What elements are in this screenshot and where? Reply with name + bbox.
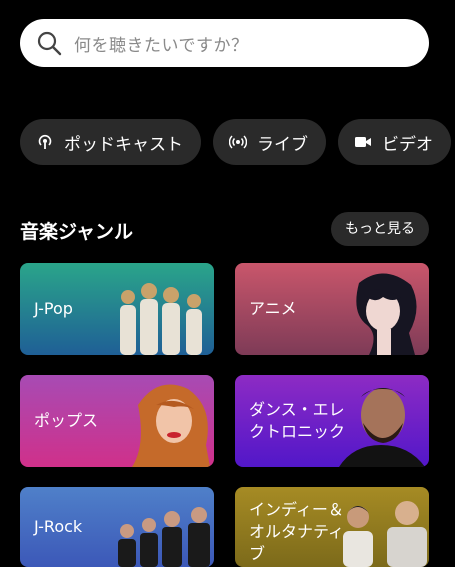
chip-podcast[interactable]: ポッドキャスト	[20, 119, 201, 165]
genre-card-dance-electronic[interactable]: ダンス・エレ クトロニック	[235, 375, 429, 467]
genre-card-label: J-Rock	[34, 517, 83, 536]
genre-card-label: アニメ	[249, 299, 297, 318]
category-chips: ポッドキャスト ライブ ビデオ	[20, 119, 455, 165]
genre-card-label: J-Pop	[34, 299, 73, 318]
see-more-button[interactable]: もっと見る	[331, 212, 429, 246]
genre-artwork	[356, 273, 417, 355]
chip-live[interactable]: ライブ	[213, 119, 326, 165]
chip-label: ポッドキャスト	[64, 134, 183, 155]
search-bar[interactable]: 何を聴きたいですか？	[20, 19, 429, 67]
search-icon	[37, 31, 62, 56]
genre-card-jrock[interactable]: J-Rock	[20, 487, 214, 567]
genre-artwork	[120, 283, 202, 355]
genre-card-label: インディー＆ オルタナティ ブ	[249, 500, 345, 563]
genre-card-jpop[interactable]: J-Pop	[20, 263, 214, 355]
chip-label: ビデオ	[382, 134, 433, 155]
search-placeholder: 何を聴きたいですか？	[74, 35, 249, 56]
video-camera-icon	[355, 137, 371, 147]
chip-label: ライブ	[257, 134, 308, 155]
chip-video[interactable]: ビデオ	[338, 119, 451, 165]
genre-artwork	[132, 384, 210, 467]
genre-artwork	[343, 501, 427, 567]
genre-section-header: 音楽ジャンル もっと見る	[20, 212, 429, 246]
genre-card-label: ポップス	[34, 411, 99, 430]
podcast-icon	[38, 134, 52, 149]
genre-card-indie-alternative[interactable]: インディー＆ オルタナティ ブ	[235, 487, 429, 567]
genre-artwork	[118, 507, 210, 567]
live-broadcast-icon	[229, 135, 247, 149]
genre-artwork	[339, 388, 425, 467]
genre-card-anime[interactable]: アニメ	[235, 263, 429, 355]
section-title: 音楽ジャンル	[20, 221, 134, 243]
genre-card-pops[interactable]: ポップス	[20, 375, 214, 467]
genre-card-label: ダンス・エレ クトロニック	[249, 400, 346, 441]
